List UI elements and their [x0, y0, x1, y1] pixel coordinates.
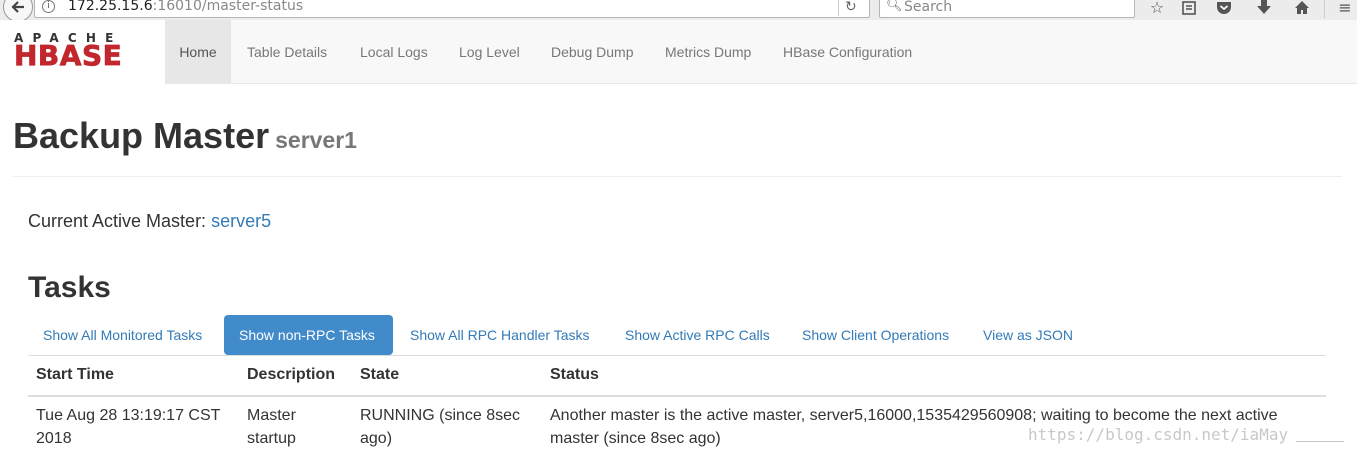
watermark-underline	[1296, 441, 1344, 442]
col-state: State	[360, 366, 400, 383]
page-title: Backup Master server1	[13, 114, 357, 162]
table-top-rule	[28, 355, 1326, 356]
url-text: 172.25.15.6:16010/master-status	[68, 0, 304, 14]
nav-local-logs[interactable]: Local Logs	[360, 20, 428, 84]
hbase-navbar: APACHE HBASE Home Table Details Local Lo…	[0, 20, 1357, 84]
logo-hbase-text: HBASE	[14, 39, 123, 72]
nav-hbase-configuration[interactable]: HBase Configuration	[783, 20, 912, 84]
header-divider	[13, 176, 1342, 177]
page-subtitle: server1	[275, 127, 357, 153]
url-separator	[838, 0, 839, 16]
active-master-line: Current Active Master: server5	[28, 210, 271, 232]
cell-start-time: Tue Aug 28 13:19:17 CST 2018	[36, 407, 221, 447]
col-description: Description	[247, 366, 336, 383]
cell-description: Master startup	[247, 407, 296, 447]
nav-table-details[interactable]: Table Details	[247, 20, 327, 84]
search-icon: 🔍︎	[886, 0, 903, 13]
back-button[interactable]	[3, 0, 33, 22]
tasks-heading: Tasks	[28, 271, 111, 304]
table-header-rule	[28, 395, 1326, 397]
search-placeholder: Search	[904, 0, 953, 15]
tab-rpc-handler-tasks[interactable]: Show All RPC Handler Tasks	[395, 315, 604, 355]
menu-icon[interactable]: ≡	[1334, 0, 1356, 18]
tab-non-rpc-tasks[interactable]: Show non-RPC Tasks	[224, 315, 393, 355]
reload-icon[interactable]: ↻	[845, 0, 857, 15]
tab-all-monitored-tasks[interactable]: Show All Monitored Tasks	[28, 315, 217, 355]
active-master-label: Current Active Master:	[28, 211, 207, 231]
nav-log-level[interactable]: Log Level	[459, 20, 520, 84]
tab-active-rpc-calls[interactable]: Show Active RPC Calls	[610, 315, 785, 355]
col-status: Status	[550, 366, 599, 383]
search-input[interactable]: 🔍︎ Search	[879, 0, 1135, 18]
reading-list-icon[interactable]	[1178, 0, 1200, 18]
bookmark-star-icon[interactable]: ☆	[1146, 0, 1168, 18]
toolbar-separator	[1324, 0, 1325, 18]
nav-debug-dump[interactable]: Debug Dump	[551, 20, 634, 84]
page-title-text: Backup Master	[13, 115, 270, 156]
tab-view-as-json[interactable]: View as JSON	[968, 315, 1088, 355]
csdn-watermark: https://blog.csdn.net/iaMay	[1028, 425, 1289, 444]
site-info-icon[interactable]: i	[42, 0, 55, 13]
browser-toolbar: i 172.25.15.6:16010/master-status ↻ 🔍︎ S…	[0, 0, 1357, 22]
col-start-time: Start Time	[36, 366, 114, 383]
back-arrow-icon	[11, 1, 24, 13]
url-bar[interactable]: i 172.25.15.6:16010/master-status ↻	[34, 0, 870, 18]
active-master-link[interactable]: server5	[211, 211, 271, 231]
hbase-logo[interactable]: APACHE HBASE	[0, 20, 165, 84]
cell-state: RUNNING (since 8sec ago)	[360, 407, 521, 447]
nav-home[interactable]: Home	[165, 20, 231, 84]
tab-client-operations[interactable]: Show Client Operations	[787, 315, 964, 355]
download-icon[interactable]	[1253, 0, 1275, 18]
home-icon[interactable]	[1291, 0, 1313, 18]
nav-metrics-dump[interactable]: Metrics Dump	[665, 20, 751, 84]
pocket-icon[interactable]	[1213, 0, 1235, 18]
